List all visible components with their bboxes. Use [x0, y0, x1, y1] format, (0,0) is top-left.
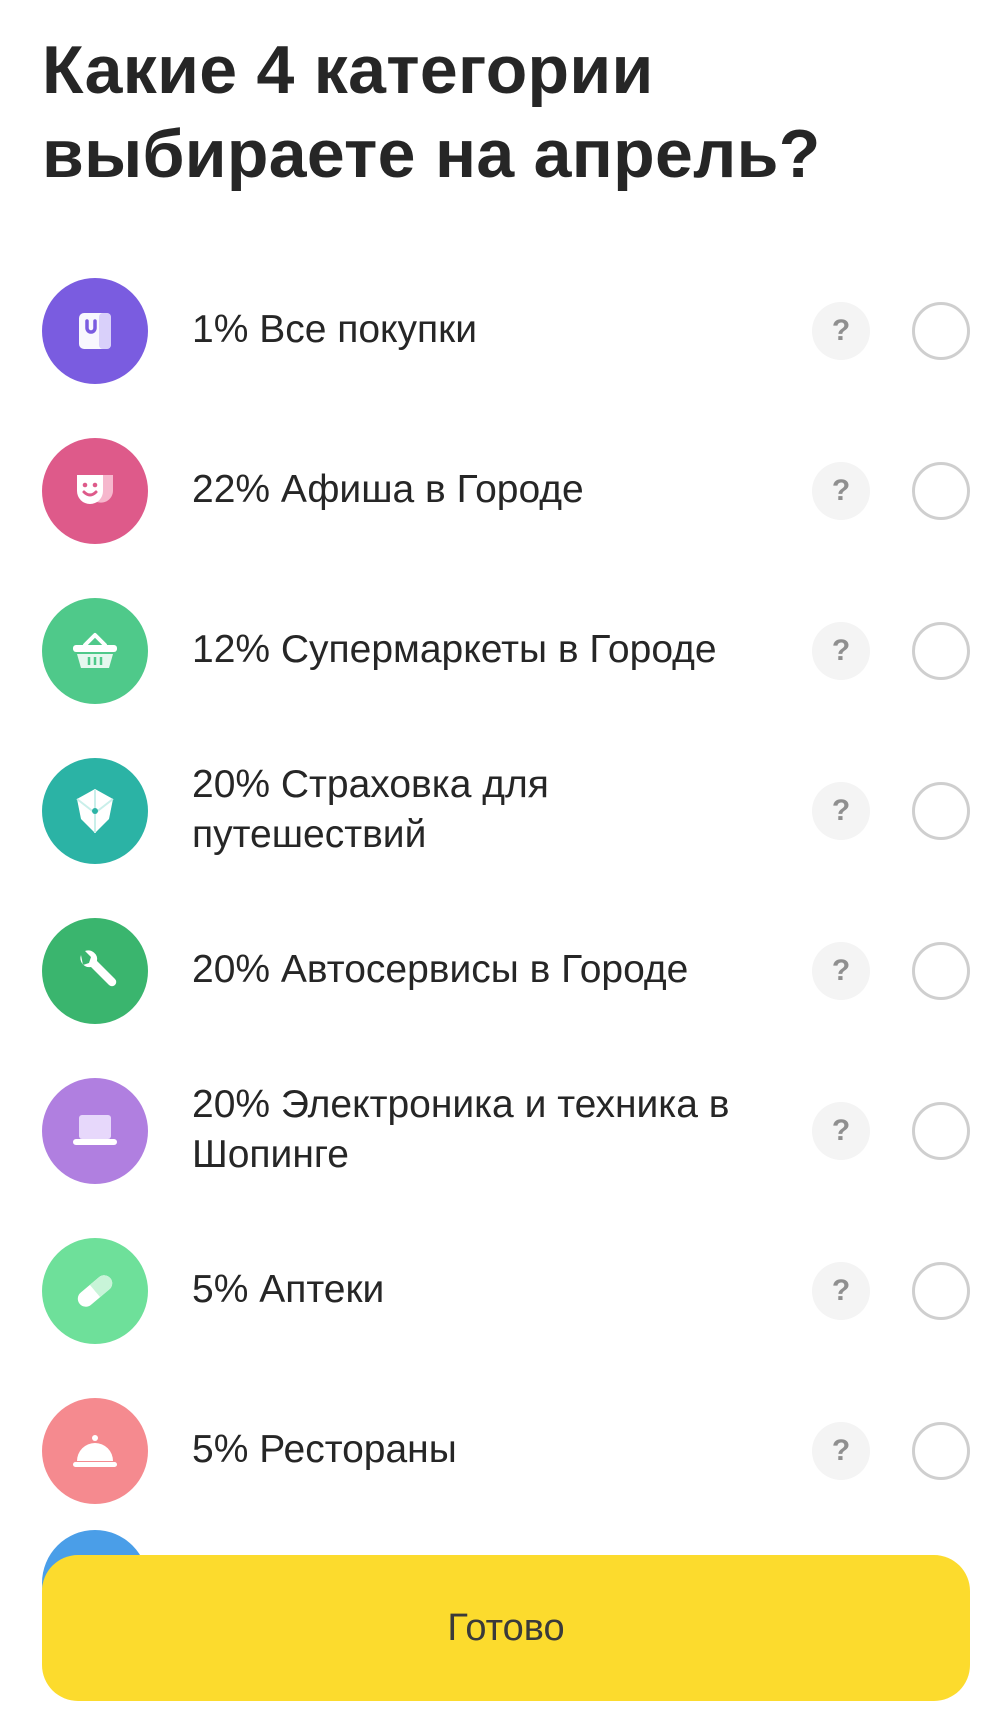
help-icon[interactable]: ? — [812, 302, 870, 360]
category-radio[interactable] — [912, 462, 970, 520]
done-button[interactable]: Готово — [42, 1555, 970, 1701]
category-label: 20% Страховка для путешествий — [192, 763, 549, 856]
category-label: 1% Все покупки — [192, 308, 478, 351]
category-row-all-purchases[interactable]: 1% Все покупки ? — [0, 250, 1008, 410]
help-icon[interactable]: ? — [812, 1102, 870, 1160]
category-row-travel-insurance[interactable]: 20% Страховка для путешествий ? — [0, 730, 1008, 890]
wrench-icon — [42, 918, 148, 1024]
category-selection-screen: Какие 4 категории выбираете на апрель? 1… — [0, 0, 1008, 1714]
category-radio[interactable] — [912, 782, 970, 840]
laptop-icon — [42, 1078, 148, 1184]
help-icon[interactable]: ? — [812, 1422, 870, 1480]
umbrella-icon — [42, 758, 148, 864]
category-radio[interactable] — [912, 302, 970, 360]
pill-icon — [42, 1238, 148, 1344]
category-radio[interactable] — [912, 1422, 970, 1480]
category-label: 5% Рестораны — [192, 1428, 457, 1471]
page-title: Какие 4 категории выбираете на апрель? — [42, 32, 821, 192]
category-row-electronics[interactable]: 20% Электроника и техника в Шопинге ? — [0, 1050, 1008, 1210]
category-row-afisha[interactable]: 22% Афиша в Городе ? — [0, 410, 1008, 570]
category-row-supermarkets[interactable]: 12% Супермаркеты в Городе ? — [0, 570, 1008, 730]
category-radio[interactable] — [912, 622, 970, 680]
category-radio[interactable] — [912, 1102, 970, 1160]
category-label: 5% Аптеки — [192, 1268, 385, 1311]
category-list: 1% Все покупки ? 22% Афиша в Городе ? 12… — [0, 250, 1008, 1530]
category-label: 20% Электроника и техника в Шопинге — [192, 1083, 730, 1176]
shopping-bag-icon — [42, 278, 148, 384]
category-label: 22% Афиша в Городе — [192, 468, 584, 511]
theater-masks-icon — [42, 438, 148, 544]
category-row-pharmacies[interactable]: 5% Аптеки ? — [0, 1210, 1008, 1370]
cloche-icon — [42, 1398, 148, 1504]
category-label: 20% Автосервисы в Городе — [192, 948, 689, 991]
category-row-restaurants[interactable]: 5% Рестораны ? — [0, 1370, 1008, 1530]
help-icon[interactable]: ? — [812, 1262, 870, 1320]
category-radio[interactable] — [912, 942, 970, 1000]
category-radio[interactable] — [912, 1262, 970, 1320]
help-icon[interactable]: ? — [812, 622, 870, 680]
category-row-car-service[interactable]: 20% Автосервисы в Городе ? — [0, 890, 1008, 1050]
help-icon[interactable]: ? — [812, 942, 870, 1000]
help-icon[interactable]: ? — [812, 462, 870, 520]
help-icon[interactable]: ? — [812, 782, 870, 840]
category-label: 12% Супермаркеты в Городе — [192, 628, 717, 671]
basket-icon — [42, 598, 148, 704]
